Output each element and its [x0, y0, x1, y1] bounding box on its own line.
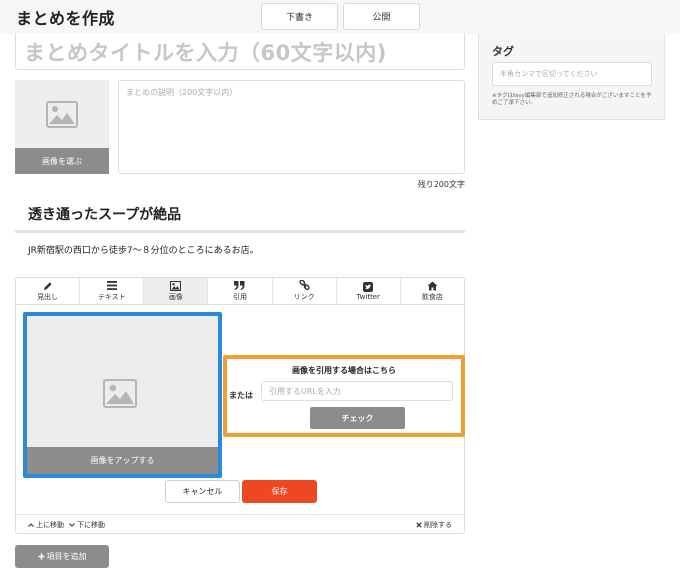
- delete-label: 削除する: [424, 521, 452, 529]
- tag-title: タグ: [492, 45, 514, 58]
- remaining-characters: 残り200文字: [417, 180, 465, 189]
- choose-image-button[interactable]: 画像を選ぶ: [15, 148, 109, 174]
- item-editor-footer: 上に移動 下に移動 削除する: [16, 514, 464, 534]
- link-icon: [298, 280, 310, 291]
- image-upload-area[interactable]: 画像をアップする: [23, 312, 222, 478]
- tag-panel: タグ 半角カンマで区切ってください ※タグはfavy編集部で追加修正される場合が…: [478, 34, 665, 120]
- tab-label: 画像: [168, 293, 183, 301]
- item-editor: 見出し テキスト 画像 引用 リンク Twitter 飲食店 画像をアップする …: [15, 277, 465, 534]
- image-placeholder-icon: [103, 379, 137, 408]
- tab-text[interactable]: テキスト: [80, 278, 145, 304]
- plus-icon: [38, 553, 44, 560]
- section-text[interactable]: JR新宿駅の西口から徒歩7～８分位のところにあるお店。: [28, 243, 259, 256]
- save-draft-button[interactable]: 下書き: [261, 3, 338, 30]
- heading-divider: [15, 230, 465, 233]
- tab-twitter[interactable]: Twitter: [337, 278, 401, 304]
- image-url-panel: 画像を引用する場合はこちら 引用するURLを入力 チェック: [223, 355, 465, 437]
- quote-icon: [234, 280, 245, 291]
- tag-note: ※タグはfavy編集部で追加修正される場合がございますことを予めご了承下さい。: [492, 93, 652, 107]
- lines-icon: [106, 280, 117, 291]
- section-heading[interactable]: 透き通ったスープが絶品: [28, 204, 181, 224]
- chevron-up-icon: [28, 523, 34, 527]
- close-icon: [416, 522, 422, 528]
- twitter-icon: [363, 281, 374, 292]
- tab-quote[interactable]: 引用: [208, 278, 273, 304]
- image-icon: [170, 280, 182, 291]
- quote-image-label: 画像を引用する場合はこちら: [292, 366, 396, 375]
- cancel-button[interactable]: キャンセル: [165, 480, 240, 503]
- move-down-label: 下に移動: [77, 521, 105, 529]
- move-up-link[interactable]: 上に移動: [28, 520, 64, 530]
- tab-heading[interactable]: 見出し: [16, 278, 81, 304]
- upload-image-button[interactable]: 画像をアップする: [27, 447, 218, 474]
- tab-label: 見出し: [37, 293, 59, 301]
- matome-title-input[interactable]: まとめタイトルを入力（60文字以内): [15, 33, 465, 70]
- cover-image-picker[interactable]: 画像を選ぶ: [15, 80, 109, 174]
- tag-input[interactable]: 半角カンマで区切ってください: [492, 62, 652, 86]
- pencil-icon: [43, 280, 53, 291]
- chevron-down-icon: [69, 523, 75, 527]
- check-url-button[interactable]: チェック: [310, 407, 405, 429]
- delete-item-link[interactable]: 削除する: [416, 520, 452, 530]
- move-up-label: 上に移動: [36, 521, 64, 529]
- home-icon: [427, 280, 438, 291]
- add-item-label: 項目を追加: [46, 552, 87, 561]
- move-down-link[interactable]: 下に移動: [69, 520, 105, 530]
- tab-restaurant[interactable]: 飲食店: [401, 278, 464, 304]
- page-title: まとめを作成: [16, 9, 116, 28]
- tab-image[interactable]: 画像: [144, 278, 209, 304]
- item-type-tabs: 見出し テキスト 画像 引用 リンク Twitter 飲食店: [16, 278, 464, 305]
- tab-label: Twitter: [356, 293, 380, 301]
- tab-label: リンク: [293, 293, 315, 301]
- publish-button[interactable]: 公開: [343, 3, 420, 30]
- top-bar: まとめを作成 下書き 公開: [0, 0, 680, 34]
- save-button[interactable]: 保存: [242, 480, 317, 503]
- matome-description-input[interactable]: まとめの説明（200文字以内）: [118, 80, 465, 174]
- image-placeholder-icon: [46, 101, 78, 128]
- add-item-button[interactable]: 項目を追加: [15, 545, 109, 568]
- image-url-input[interactable]: 引用するURLを入力: [261, 381, 453, 401]
- tab-label: テキスト: [97, 293, 126, 301]
- tab-label: 飲食店: [421, 293, 443, 301]
- tab-link[interactable]: リンク: [273, 278, 337, 304]
- tab-label: 引用: [232, 293, 247, 301]
- or-label: または: [229, 391, 253, 400]
